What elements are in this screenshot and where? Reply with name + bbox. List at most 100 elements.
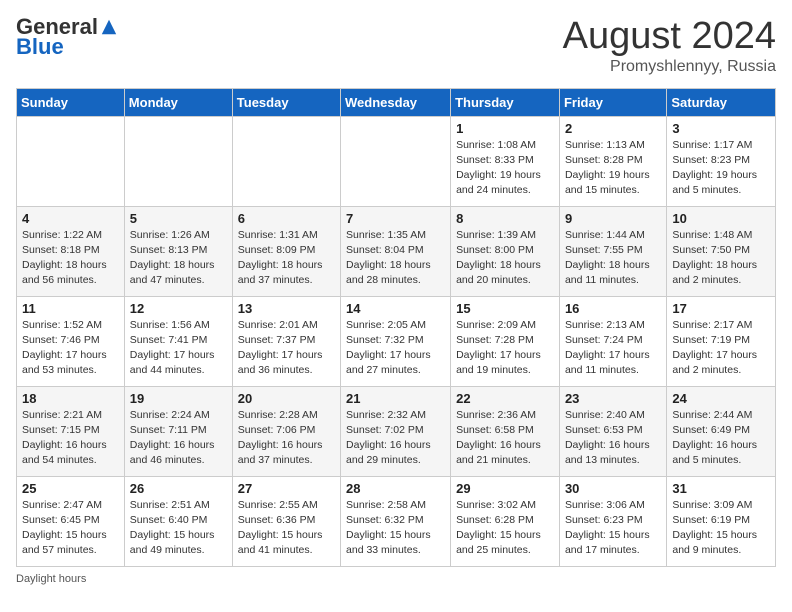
day-number: 5 (130, 211, 227, 226)
day-number: 6 (238, 211, 335, 226)
day-info: Sunrise: 1:35 AMSunset: 8:04 PMDaylight:… (346, 228, 445, 289)
day-number: 17 (672, 301, 770, 316)
day-cell: 14 Sunrise: 2:05 AMSunset: 7:32 PMDayligh… (341, 296, 451, 386)
day-info: Sunrise: 3:09 AMSunset: 6:19 PMDaylight:… (672, 498, 770, 559)
day-number: 1 (456, 121, 554, 136)
day-number: 9 (565, 211, 661, 226)
week-row-3: 11 Sunrise: 1:52 AMSunset: 7:46 PMDayligh… (17, 296, 776, 386)
day-cell: 9 Sunrise: 1:44 AMSunset: 7:55 PMDaylight… (559, 206, 666, 296)
week-row-2: 4 Sunrise: 1:22 AMSunset: 8:18 PMDaylight… (17, 206, 776, 296)
day-info: Sunrise: 2:09 AMSunset: 7:28 PMDaylight:… (456, 318, 554, 379)
day-number: 7 (346, 211, 445, 226)
day-number: 19 (130, 391, 227, 406)
day-cell: 27Sunrise: 2:55 AMSunset: 6:36 PMDayligh… (232, 476, 340, 566)
day-info: Sunrise: 2:05 AMSunset: 7:32 PMDaylight:… (346, 318, 445, 379)
day-header-tuesday: Tuesday (232, 88, 340, 116)
day-number: 29 (456, 481, 554, 496)
day-cell: 29Sunrise: 3:02 AMSunset: 6:28 PMDayligh… (451, 476, 560, 566)
day-info: Sunrise: 1:44 AMSunset: 7:55 PMDaylight:… (565, 228, 661, 289)
day-header-saturday: Saturday (667, 88, 776, 116)
day-cell: 5 Sunrise: 1:26 AMSunset: 8:13 PMDaylight… (124, 206, 232, 296)
day-cell: 20 Sunrise: 2:28 AMSunset: 7:06 PMDayligh… (232, 386, 340, 476)
location-title: Promyshlennyy, Russia (563, 58, 776, 76)
day-header-monday: Monday (124, 88, 232, 116)
day-info: Sunrise: 2:58 AMSunset: 6:32 PMDaylight:… (346, 498, 445, 559)
day-cell: 16 Sunrise: 2:13 AMSunset: 7:24 PMDayligh… (559, 296, 666, 386)
day-cell: 19 Sunrise: 2:24 AMSunset: 7:11 PMDayligh… (124, 386, 232, 476)
calendar-table: SundayMondayTuesdayWednesdayThursdayFrid… (16, 88, 776, 567)
day-cell: 21Sunrise: 2:32 AMSunset: 7:02 PMDayligh… (341, 386, 451, 476)
day-info: Sunrise: 2:13 AMSunset: 7:24 PMDaylight:… (565, 318, 661, 379)
day-number: 25 (22, 481, 119, 496)
day-cell: 12Sunrise: 1:56 AMSunset: 7:41 PMDayligh… (124, 296, 232, 386)
day-cell: 1 Sunrise: 1:08 AMSunset: 8:33 PMDaylight… (451, 116, 560, 206)
week-row-5: 25 Sunrise: 2:47 AMSunset: 6:45 PMDayligh… (17, 476, 776, 566)
day-number: 26 (130, 481, 227, 496)
day-info: Sunrise: 2:24 AMSunset: 7:11 PMDaylight:… (130, 408, 227, 469)
day-number: 3 (672, 121, 770, 136)
day-info: Sunrise: 1:22 AMSunset: 8:18 PMDaylight:… (22, 228, 119, 289)
day-number: 15 (456, 301, 554, 316)
day-number: 11 (22, 301, 119, 316)
day-cell: 18Sunrise: 2:21 AMSunset: 7:15 PMDayligh… (17, 386, 125, 476)
day-info: Sunrise: 2:47 AMSunset: 6:45 PMDaylight:… (22, 498, 119, 559)
day-cell: 7 Sunrise: 1:35 AMSunset: 8:04 PMDaylight… (341, 206, 451, 296)
header: General Blue August 2024 Promyshlennyy, … (16, 16, 776, 76)
day-cell: 24 Sunrise: 2:44 AMSunset: 6:49 PMDayligh… (667, 386, 776, 476)
day-info: Sunrise: 1:17 AMSunset: 8:23 PMDaylight:… (672, 138, 770, 199)
logo-icon (100, 18, 118, 36)
day-info: Sunrise: 1:26 AMSunset: 8:13 PMDaylight:… (130, 228, 227, 289)
day-info: Sunrise: 2:44 AMSunset: 6:49 PMDaylight:… (672, 408, 770, 469)
day-info: Sunrise: 1:08 AMSunset: 8:33 PMDaylight:… (456, 138, 554, 199)
day-info: Sunrise: 2:01 AMSunset: 7:37 PMDaylight:… (238, 318, 335, 379)
daylight-hours-label: Daylight hours (16, 573, 86, 585)
day-number: 22 (456, 391, 554, 406)
day-cell (17, 116, 125, 206)
day-header-friday: Friday (559, 88, 666, 116)
day-info: Sunrise: 1:39 AMSunset: 8:00 PMDaylight:… (456, 228, 554, 289)
day-cell: 30 Sunrise: 3:06 AMSunset: 6:23 PMDayligh… (559, 476, 666, 566)
day-cell: 25 Sunrise: 2:47 AMSunset: 6:45 PMDayligh… (17, 476, 125, 566)
day-number: 2 (565, 121, 661, 136)
day-info: Sunrise: 1:13 AMSunset: 8:28 PMDaylight:… (565, 138, 661, 199)
day-cell: 11 Sunrise: 1:52 AMSunset: 7:46 PMDayligh… (17, 296, 125, 386)
day-info: Sunrise: 1:48 AMSunset: 7:50 PMDaylight:… (672, 228, 770, 289)
day-headers-row: SundayMondayTuesdayWednesdayThursdayFrid… (17, 88, 776, 116)
day-info: Sunrise: 2:17 AMSunset: 7:19 PMDaylight:… (672, 318, 770, 379)
day-info: Sunrise: 2:36 AMSunset: 6:58 PMDaylight:… (456, 408, 554, 469)
day-number: 28 (346, 481, 445, 496)
day-cell: 26 Sunrise: 2:51 AMSunset: 6:40 PMDayligh… (124, 476, 232, 566)
day-cell: 23Sunrise: 2:40 AMSunset: 6:53 PMDayligh… (559, 386, 666, 476)
day-cell (232, 116, 340, 206)
day-number: 8 (456, 211, 554, 226)
day-info: Sunrise: 2:32 AMSunset: 7:02 PMDaylight:… (346, 408, 445, 469)
day-cell: 8 Sunrise: 1:39 AMSunset: 8:00 PMDaylight… (451, 206, 560, 296)
day-number: 10 (672, 211, 770, 226)
day-cell: 10 Sunrise: 1:48 AMSunset: 7:50 PMDayligh… (667, 206, 776, 296)
day-number: 20 (238, 391, 335, 406)
day-cell: 28 Sunrise: 2:58 AMSunset: 6:32 PMDayligh… (341, 476, 451, 566)
day-number: 14 (346, 301, 445, 316)
day-number: 13 (238, 301, 335, 316)
day-info: Sunrise: 3:06 AMSunset: 6:23 PMDaylight:… (565, 498, 661, 559)
day-number: 12 (130, 301, 227, 316)
day-cell: 31Sunrise: 3:09 AMSunset: 6:19 PMDayligh… (667, 476, 776, 566)
day-number: 16 (565, 301, 661, 316)
day-info: Sunrise: 1:31 AMSunset: 8:09 PMDaylight:… (238, 228, 335, 289)
day-info: Sunrise: 2:21 AMSunset: 7:15 PMDaylight:… (22, 408, 119, 469)
day-info: Sunrise: 2:51 AMSunset: 6:40 PMDaylight:… (130, 498, 227, 559)
day-info: Sunrise: 1:52 AMSunset: 7:46 PMDaylight:… (22, 318, 119, 379)
day-cell: 3 Sunrise: 1:17 AMSunset: 8:23 PMDaylight… (667, 116, 776, 206)
day-number: 24 (672, 391, 770, 406)
day-cell: 4 Sunrise: 1:22 AMSunset: 8:18 PMDaylight… (17, 206, 125, 296)
day-cell (341, 116, 451, 206)
day-number: 27 (238, 481, 335, 496)
day-number: 30 (565, 481, 661, 496)
day-cell: 2 Sunrise: 1:13 AMSunset: 8:28 PMDaylight… (559, 116, 666, 206)
day-cell: 17 Sunrise: 2:17 AMSunset: 7:19 PMDayligh… (667, 296, 776, 386)
day-cell: 6 Sunrise: 1:31 AMSunset: 8:09 PMDaylight… (232, 206, 340, 296)
day-number: 4 (22, 211, 119, 226)
day-info: Sunrise: 2:28 AMSunset: 7:06 PMDaylight:… (238, 408, 335, 469)
logo-blue-text: Blue (16, 34, 64, 60)
day-header-wednesday: Wednesday (341, 88, 451, 116)
